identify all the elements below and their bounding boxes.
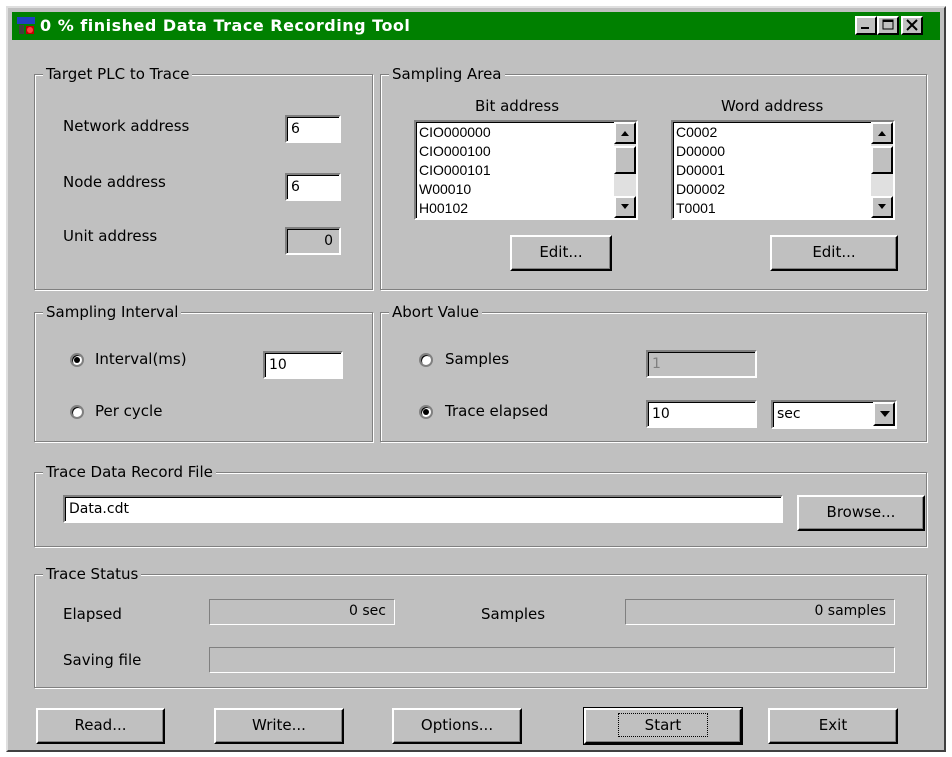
trace-elapsed-input[interactable]: 10: [646, 400, 757, 428]
exit-label: Exit: [818, 716, 848, 734]
target-plc-group-label: Target PLC to Trace: [43, 65, 193, 83]
options-label: Options...: [420, 716, 494, 734]
record-file-group: Trace Data Record File Data.cdt Browse..…: [34, 463, 927, 547]
sampling-interval-group: Sampling Interval Interval(ms) 10 Per cy…: [34, 303, 373, 442]
record-file-input[interactable]: Data.cdt: [63, 495, 783, 523]
arrow-up-icon: [621, 131, 629, 136]
samples-radio[interactable]: [419, 353, 433, 367]
word-address-header: Word address: [721, 97, 824, 115]
edit-bit-address-label: Edit...: [539, 243, 583, 261]
arrow-down-icon: [621, 204, 629, 209]
list-item[interactable]: D00000: [676, 142, 725, 161]
edit-word-address-button[interactable]: Edit...: [770, 235, 898, 271]
elapsed-label: Elapsed: [63, 605, 122, 623]
samples-value: 0 samples: [625, 599, 895, 625]
scroll-down-button[interactable]: [871, 196, 893, 218]
list-item[interactable]: D00001: [676, 161, 725, 180]
app-icon: [17, 17, 35, 34]
samples-radio-label[interactable]: Samples: [445, 350, 509, 368]
scroll-up-button[interactable]: [871, 122, 893, 144]
interval-radio-label[interactable]: Interval(ms): [95, 350, 187, 368]
chevron-down-icon: [880, 411, 890, 417]
elapsed-value: 0 sec: [209, 599, 395, 625]
trace-elapsed-label[interactable]: Trace elapsed: [445, 402, 548, 420]
scroll-thumb[interactable]: [614, 146, 636, 174]
node-address-input[interactable]: 6: [285, 173, 341, 201]
list-item[interactable]: W00010: [419, 180, 491, 199]
dropdown-button[interactable]: [873, 402, 895, 426]
bit-address-header: Bit address: [475, 97, 560, 115]
minimize-button[interactable]: [855, 16, 877, 35]
scroll-thumb[interactable]: [871, 146, 893, 174]
title-bar[interactable]: 0 % finished Data Trace Recording Tool: [12, 12, 940, 40]
read-button[interactable]: Read...: [36, 708, 165, 744]
start-label: Start: [617, 713, 709, 737]
window-title: 0 % finished Data Trace Recording Tool: [40, 16, 411, 35]
trace-status-group-label: Trace Status: [43, 565, 142, 583]
sampling-area-group-label: Sampling Area: [389, 65, 505, 83]
browse-button[interactable]: Browse...: [797, 495, 925, 531]
network-address-label: Network address: [63, 117, 190, 135]
samples-status-label: Samples: [481, 605, 546, 623]
scroll-down-button[interactable]: [614, 196, 636, 218]
write-button[interactable]: Write...: [214, 708, 344, 744]
sampling-interval-group-label: Sampling Interval: [43, 303, 182, 321]
per-cycle-label[interactable]: Per cycle: [95, 402, 162, 420]
interval-radio[interactable]: [70, 353, 84, 367]
list-item[interactable]: H00102: [419, 199, 491, 218]
trace-elapsed-radio[interactable]: [419, 405, 433, 419]
abort-value-group-label: Abort Value: [389, 303, 482, 321]
list-item[interactable]: CIO000100: [419, 142, 491, 161]
read-label: Read...: [74, 716, 127, 734]
record-file-group-label: Trace Data Record File: [43, 463, 216, 481]
time-unit-select[interactable]: sec: [771, 400, 897, 429]
write-label: Write...: [252, 716, 306, 734]
edit-bit-address-button[interactable]: Edit...: [510, 235, 612, 271]
time-unit-value: sec: [777, 406, 801, 422]
arrow-down-icon: [878, 204, 886, 209]
word-list-scrollbar[interactable]: [871, 122, 893, 218]
sampling-area-group: Sampling Area Bit address Word address C…: [380, 65, 927, 290]
app-window: 0 % finished Data Trace Recording Tool T…: [6, 6, 946, 752]
maximize-button[interactable]: [877, 16, 899, 35]
list-item[interactable]: CIO000000: [419, 123, 491, 142]
list-item[interactable]: C0002: [676, 123, 725, 142]
unit-address-label: Unit address: [63, 227, 158, 245]
options-button[interactable]: Options...: [392, 708, 522, 744]
maximize-icon: [882, 19, 894, 30]
start-button[interactable]: Start: [583, 707, 743, 745]
exit-button[interactable]: Exit: [768, 708, 898, 744]
word-address-list[interactable]: C0002 D00000 D00001 D00002 T0001: [671, 120, 895, 220]
samples-input: 1: [646, 350, 757, 378]
interval-input[interactable]: 10: [263, 351, 343, 379]
browse-label: Browse...: [826, 503, 896, 521]
bit-address-list[interactable]: CIO000000 CIO000100 CIO000101 W00010 H00…: [414, 120, 638, 220]
unit-address-field: 0: [285, 227, 341, 255]
minimize-icon: [861, 27, 869, 29]
abort-value-group: Abort Value Samples 1 Trace elapsed 10 s…: [380, 303, 927, 442]
node-address-label: Node address: [63, 173, 166, 191]
saving-file-progress: [209, 647, 895, 673]
per-cycle-radio[interactable]: [70, 405, 84, 419]
list-item[interactable]: CIO000101: [419, 161, 491, 180]
close-button[interactable]: [901, 16, 923, 35]
edit-word-address-label: Edit...: [812, 243, 856, 261]
bit-list-scrollbar[interactable]: [614, 122, 636, 218]
list-item[interactable]: T0001: [676, 199, 725, 218]
target-plc-group: Target PLC to Trace Network address 6 No…: [34, 65, 373, 290]
close-icon: [906, 19, 918, 31]
list-item[interactable]: D00002: [676, 180, 725, 199]
arrow-up-icon: [878, 131, 886, 136]
trace-status-group: Trace Status Elapsed 0 sec Samples 0 sam…: [34, 565, 927, 688]
scroll-up-button[interactable]: [614, 122, 636, 144]
network-address-input[interactable]: 6: [285, 115, 341, 143]
saving-file-label: Saving file: [63, 651, 142, 669]
